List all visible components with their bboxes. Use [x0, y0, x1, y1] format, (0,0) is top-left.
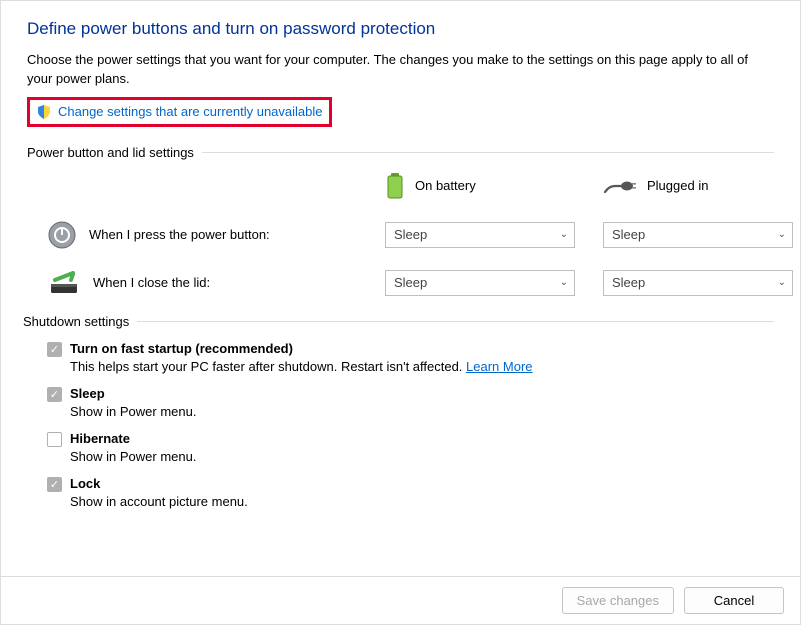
- chevron-down-icon: ⌄: [778, 277, 786, 288]
- power-button-battery-select[interactable]: Sleep ⌄: [385, 222, 575, 248]
- power-button-icon: [47, 220, 77, 250]
- fast-startup-title: Turn on fast startup (recommended): [70, 341, 293, 356]
- fast-startup-checkbox[interactable]: [47, 342, 62, 357]
- select-value: Sleep: [612, 275, 645, 290]
- sleep-checkbox[interactable]: [47, 387, 62, 402]
- save-changes-button[interactable]: Save changes: [562, 587, 674, 614]
- sleep-title: Sleep: [70, 386, 105, 401]
- battery-icon: [385, 172, 405, 200]
- page-title: Define power buttons and turn on passwor…: [27, 19, 774, 39]
- learn-more-link[interactable]: Learn More: [466, 359, 532, 374]
- lid-battery-select[interactable]: Sleep ⌄: [385, 270, 575, 296]
- power-button-label: When I press the power button:: [89, 227, 270, 242]
- sleep-sub: Show in Power menu.: [70, 404, 774, 419]
- lock-title: Lock: [70, 476, 100, 491]
- lock-sub: Show in account picture menu.: [70, 494, 774, 509]
- select-value: Sleep: [394, 275, 427, 290]
- divider: [137, 321, 774, 322]
- plug-icon: [603, 176, 637, 196]
- shutdown-section-label: Shutdown settings: [23, 314, 129, 329]
- chevron-down-icon: ⌄: [778, 229, 786, 240]
- laptop-lid-icon: [47, 270, 81, 296]
- column-plugged-label: Plugged in: [647, 178, 708, 193]
- fast-startup-row: Turn on fast startup (recommended): [47, 341, 774, 357]
- page-description: Choose the power settings that you want …: [27, 51, 774, 89]
- shutdown-section-header: Shutdown settings: [23, 314, 774, 329]
- power-section-label: Power button and lid settings: [27, 145, 194, 160]
- lid-row-label: When I close the lid:: [47, 270, 357, 296]
- chevron-down-icon: ⌄: [560, 277, 568, 288]
- lock-checkbox[interactable]: [47, 477, 62, 492]
- shield-icon: [36, 104, 52, 120]
- change-settings-link[interactable]: Change settings that are currently unava…: [58, 104, 323, 119]
- lid-label: When I close the lid:: [93, 275, 210, 290]
- sleep-row: Sleep: [47, 386, 774, 402]
- lid-plugged-select[interactable]: Sleep ⌄: [603, 270, 793, 296]
- column-battery: On battery: [385, 172, 575, 200]
- column-plugged: Plugged in: [603, 176, 793, 196]
- hibernate-checkbox[interactable]: [47, 432, 62, 447]
- hibernate-title: Hibernate: [70, 431, 130, 446]
- footer: Save changes Cancel: [1, 576, 800, 624]
- hibernate-row: Hibernate: [47, 431, 774, 447]
- column-battery-label: On battery: [415, 178, 476, 193]
- power-button-plugged-select[interactable]: Sleep ⌄: [603, 222, 793, 248]
- divider: [202, 152, 774, 153]
- chevron-down-icon: ⌄: [560, 229, 568, 240]
- fast-startup-sub: This helps start your PC faster after sh…: [70, 359, 774, 374]
- change-settings-highlight: Change settings that are currently unava…: [27, 97, 332, 127]
- hibernate-sub: Show in Power menu.: [70, 449, 774, 464]
- cancel-button[interactable]: Cancel: [684, 587, 784, 614]
- select-value: Sleep: [612, 227, 645, 242]
- select-value: Sleep: [394, 227, 427, 242]
- lock-row: Lock: [47, 476, 774, 492]
- power-section-header: Power button and lid settings: [27, 145, 774, 160]
- power-button-row-label: When I press the power button:: [47, 220, 357, 250]
